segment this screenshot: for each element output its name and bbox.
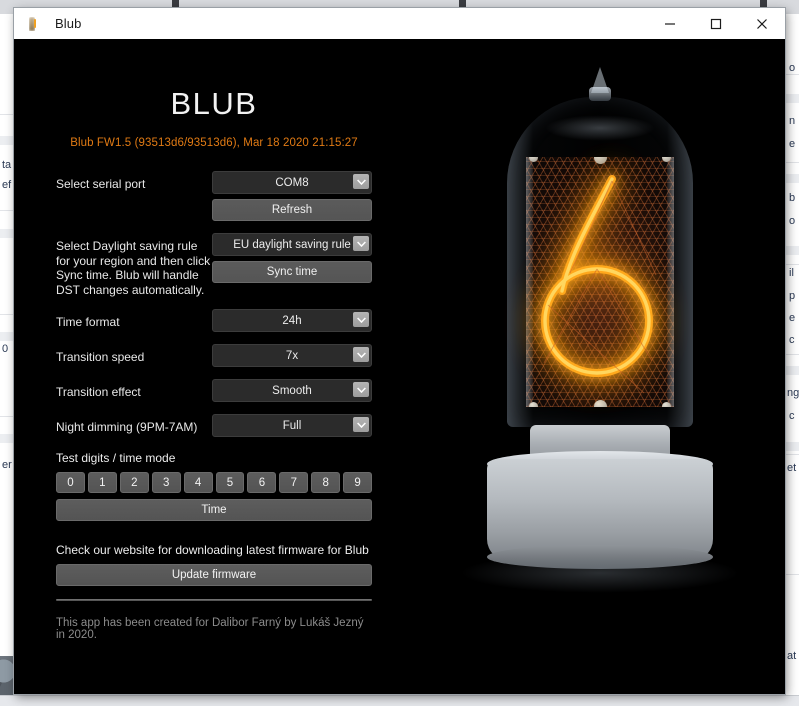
setting-row: Transition speed 7x xyxy=(56,344,372,367)
background-text-fragment: ta xyxy=(2,159,12,171)
chevron-down-icon[interactable] xyxy=(353,382,369,397)
chevron-down-icon[interactable] xyxy=(353,236,369,251)
background-text-fragment: ng xyxy=(787,387,799,399)
setting-row: Select Daylight saving rule for your reg… xyxy=(56,233,372,297)
tube-base-glow xyxy=(459,553,740,593)
background-text-fragment: e xyxy=(789,138,796,150)
firmware-version-text: Blub FW1.5 (93513d6/93513d6), Mar 18 202… xyxy=(70,137,358,149)
setting-controls: EU daylight saving rule Sync time xyxy=(212,233,372,283)
footer-divider xyxy=(56,599,372,601)
time-mode-button[interactable]: Time xyxy=(56,499,372,521)
setting-dropdown[interactable]: 24h xyxy=(212,309,372,332)
setting-controls: 7x xyxy=(212,344,372,367)
chevron-down-icon[interactable] xyxy=(353,174,369,189)
maximize-button[interactable] xyxy=(693,8,739,39)
setting-dropdown[interactable]: EU daylight saving rule xyxy=(212,233,372,256)
setting-dropdown-value: Smooth xyxy=(272,384,312,397)
background-text-fragment: n xyxy=(789,115,796,127)
setting-label: Night dimming (9PM-7AM) xyxy=(56,420,198,434)
minimize-icon xyxy=(665,22,675,25)
setting-label: Transition effect xyxy=(56,385,141,399)
background-text-fragment: at xyxy=(787,650,797,662)
firmware-note: Check our website for downloading latest… xyxy=(56,543,369,557)
background-text-fragment: c xyxy=(789,410,795,422)
setting-controls: COM8 Refresh xyxy=(212,171,372,221)
test-digit-button[interactable]: 1 xyxy=(87,472,117,493)
background-text-fragment: b xyxy=(789,192,796,204)
window-controls xyxy=(647,8,785,39)
setting-action-button[interactable]: Refresh xyxy=(212,199,372,221)
setting-dropdown[interactable]: Smooth xyxy=(212,379,372,402)
background-text-fragment: ef xyxy=(2,179,12,191)
close-button[interactable] xyxy=(739,8,785,39)
test-digit-button[interactable]: 6 xyxy=(247,472,277,493)
test-digit-button[interactable]: 5 xyxy=(215,472,245,493)
setting-dropdown[interactable]: Full xyxy=(212,414,372,437)
setting-dropdown[interactable]: 7x xyxy=(212,344,372,367)
settings-pane: BLUB Blub FW1.5 (93513d6/93513d6), Mar 1… xyxy=(14,39,414,694)
setting-dropdown[interactable]: COM8 xyxy=(212,171,372,194)
background-status-strip xyxy=(0,695,799,706)
setting-row: Transition effect Smooth xyxy=(56,379,372,402)
setting-label: Transition speed xyxy=(56,350,145,364)
setting-row: Select serial port COM8 Refresh xyxy=(56,171,372,221)
background-text-fragment: er xyxy=(2,459,12,471)
close-icon xyxy=(757,18,767,29)
window-title: Blub xyxy=(55,16,82,31)
background-text-fragment: e xyxy=(789,312,796,324)
setting-label: Time format xyxy=(56,315,120,329)
window-titlebar: Blub xyxy=(14,8,785,40)
test-digit-button[interactable]: 2 xyxy=(119,472,149,493)
setting-row: Time format 24h xyxy=(56,309,372,332)
setting-dropdown-value: Full xyxy=(282,419,302,432)
background-text-fragment: 0 xyxy=(2,343,9,355)
chevron-down-icon[interactable] xyxy=(353,347,369,362)
setting-row: Night dimming (9PM-7AM) Full xyxy=(56,414,372,437)
test-digit-button[interactable]: 7 xyxy=(279,472,309,493)
maximize-icon xyxy=(710,18,722,29)
update-firmware-button[interactable]: Update firmware xyxy=(56,564,372,586)
test-digit-buttons: 0123456789 xyxy=(14,472,414,493)
setting-action-button[interactable]: Sync time xyxy=(212,261,372,283)
background-text-fragment: et xyxy=(787,462,797,474)
setting-label: Select Daylight saving rule for your reg… xyxy=(56,239,211,297)
test-digits-heading: Test digits / time mode xyxy=(56,451,176,465)
setting-label: Select serial port xyxy=(56,177,146,191)
minimize-button[interactable] xyxy=(647,8,693,39)
setting-controls: 24h xyxy=(212,309,372,332)
tube-glass-highlight xyxy=(544,115,655,141)
background-text-fragment: il xyxy=(789,267,794,279)
tube-cathode-mesh xyxy=(525,157,674,407)
nixie-tube-image xyxy=(414,39,785,694)
chevron-down-icon[interactable] xyxy=(353,312,369,327)
background-text-fragment: o xyxy=(789,62,796,74)
setting-controls: Full xyxy=(212,414,372,437)
setting-dropdown-value: 24h xyxy=(282,314,302,327)
background-text-fragment: c xyxy=(789,334,795,346)
footer-credit: This app has been created for Dalibor Fa… xyxy=(56,617,364,641)
test-digit-button[interactable]: 8 xyxy=(311,472,341,493)
setting-dropdown-value: COM8 xyxy=(275,176,309,189)
background-text-fragment: p xyxy=(789,290,796,302)
chevron-down-icon[interactable] xyxy=(353,417,369,432)
settings-rows: Select serial port COM8 Refresh Select Dayl… xyxy=(14,171,414,437)
test-digit-button[interactable]: 3 xyxy=(151,472,181,493)
test-digit-button[interactable]: 0 xyxy=(56,472,85,493)
test-digit-button[interactable]: 4 xyxy=(183,472,213,493)
setting-controls: Smooth xyxy=(212,379,372,402)
window-body: BLUB Blub FW1.5 (93513d6/93513d6), Mar 1… xyxy=(14,39,785,694)
nixie-tube-icon xyxy=(27,16,43,32)
blub-app-window: Blub BLUB Blub FW1.5 (93513d6/93513d6), … xyxy=(14,8,785,694)
setting-dropdown-value: EU daylight saving rule xyxy=(233,238,351,251)
setting-dropdown-value: 7x xyxy=(285,349,299,362)
test-digit-button[interactable]: 9 xyxy=(343,472,373,493)
page-title: BLUB xyxy=(170,86,258,121)
background-text-fragment: o xyxy=(789,215,796,227)
